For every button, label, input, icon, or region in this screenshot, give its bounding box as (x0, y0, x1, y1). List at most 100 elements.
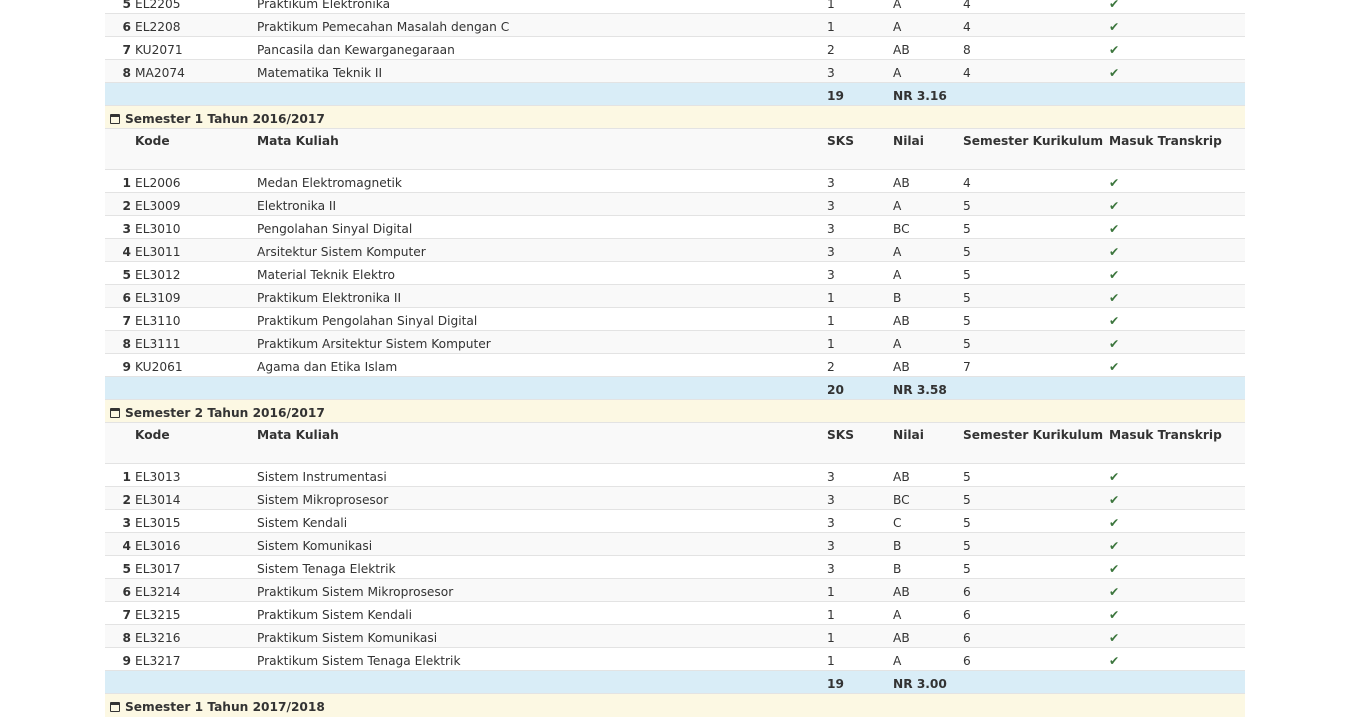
semester-summary-row: 19 NR 3.00 (105, 670, 1245, 694)
course-curriculum-semester: 5 (963, 532, 1109, 556)
course-sks: 3 (827, 59, 893, 83)
row-number: 2 (105, 192, 135, 216)
row-number: 6 (105, 13, 135, 37)
course-name: Sistem Instrumentasi (257, 463, 827, 487)
course-curriculum-semester: 6 (963, 647, 1109, 671)
course-name: Praktikum Sistem Mikroprosesor (257, 578, 827, 602)
summary-spacer (135, 670, 257, 694)
table-row: 7 EL3110 Praktikum Pengolahan Sinyal Digit… (105, 307, 1245, 331)
calendar-icon (110, 114, 120, 124)
table-row: 1 EL2006 Medan Elektromagnetik 3 AB 4 ✔ (105, 169, 1245, 193)
semester-header-row: Semester 1 Tahun 2017/2018 (105, 693, 1245, 717)
course-code: EL3215 (135, 601, 257, 625)
course-code: EL3009 (135, 192, 257, 216)
course-name: Praktikum Sistem Tenaga Elektrik (257, 647, 827, 671)
summary-nr: NR 3.00 (893, 670, 1109, 694)
summary-nr: NR 3.16 (893, 82, 1109, 106)
course-curriculum-semester: 5 (963, 330, 1109, 354)
course-curriculum-semester: 7 (963, 353, 1109, 377)
semester-header-row: Semester 2 Tahun 2016/2017 (105, 399, 1245, 423)
course-code: EL3013 (135, 463, 257, 487)
row-number: 5 (105, 261, 135, 285)
summary-spacer (1109, 376, 1245, 400)
course-code: EL3110 (135, 307, 257, 331)
check-icon: ✔ (1109, 36, 1245, 60)
course-grade: A (893, 59, 963, 83)
summary-spacer (135, 82, 257, 106)
course-code: EL2205 (135, 0, 257, 14)
check-icon: ✔ (1109, 532, 1245, 556)
table-row: 3 EL3010 Pengolahan Sinyal Digital 3 BC 5 ✔ (105, 215, 1245, 239)
summary-spacer (135, 376, 257, 400)
table-row: 8 EL3111 Praktikum Arsitektur Sistem Kompu… (105, 330, 1245, 354)
table-row: 7 EL3215 Praktikum Sistem Kendali 1 A 6 ✔ (105, 601, 1245, 625)
semester-title: Semester 2 Tahun 2016/2017 (125, 406, 325, 420)
header-mata-kuliah: Mata Kuliah (257, 128, 827, 170)
row-number: 3 (105, 215, 135, 239)
summary-spacer (257, 376, 827, 400)
header-sks: SKS (827, 128, 893, 170)
course-curriculum-semester: 8 (963, 36, 1109, 60)
course-grade: A (893, 0, 963, 14)
row-number: 8 (105, 330, 135, 354)
course-curriculum-semester: 5 (963, 238, 1109, 262)
summary-nr: NR 3.58 (893, 376, 1109, 400)
course-curriculum-semester: 6 (963, 601, 1109, 625)
row-number: 5 (105, 555, 135, 579)
course-name: Pancasila dan Kewarganegaraan (257, 36, 827, 60)
row-number: 8 (105, 624, 135, 648)
course-curriculum-semester: 6 (963, 578, 1109, 602)
course-curriculum-semester: 4 (963, 0, 1109, 14)
course-sks: 2 (827, 36, 893, 60)
course-grade: A (893, 647, 963, 671)
summary-spacer (1109, 82, 1245, 106)
table-row: 4 EL3011 Arsitektur Sistem Komputer 3 A 5 ✔ (105, 238, 1245, 262)
check-icon: ✔ (1109, 463, 1245, 487)
table-row: 1 EL3013 Sistem Instrumentasi 3 AB 5 ✔ (105, 463, 1245, 487)
check-icon: ✔ (1109, 284, 1245, 308)
header-mata-kuliah: Mata Kuliah (257, 422, 827, 464)
course-name: Elektronika II (257, 192, 827, 216)
summary-spacer (105, 670, 135, 694)
check-icon: ✔ (1109, 169, 1245, 193)
table-row: 5 EL3017 Sistem Tenaga Elektrik 3 B 5 ✔ (105, 555, 1245, 579)
table-row: 9 EL3217 Praktikum Sistem Tenaga Elektrik 1… (105, 647, 1245, 671)
row-number: 2 (105, 486, 135, 510)
check-icon: ✔ (1109, 261, 1245, 285)
table-row: 6 EL3214 Praktikum Sistem Mikroprosesor 1 AB… (105, 578, 1245, 602)
calendar-icon (110, 702, 120, 712)
course-sks: 3 (827, 463, 893, 487)
check-icon: ✔ (1109, 555, 1245, 579)
row-number: 9 (105, 647, 135, 671)
course-curriculum-semester: 6 (963, 624, 1109, 648)
course-sks: 3 (827, 486, 893, 510)
course-grade: A (893, 192, 963, 216)
header-sks: SKS (827, 422, 893, 464)
course-curriculum-semester: 5 (963, 486, 1109, 510)
row-number: 5 (105, 0, 135, 14)
header-kode: Kode (135, 422, 257, 464)
row-number: 6 (105, 284, 135, 308)
course-grade: AB (893, 353, 963, 377)
table-row: 4 EL3016 Sistem Komunikasi 3 B 5 ✔ (105, 532, 1245, 556)
course-curriculum-semester: 5 (963, 284, 1109, 308)
course-sks: 1 (827, 307, 893, 331)
course-sks: 1 (827, 0, 893, 14)
course-sks: 3 (827, 555, 893, 579)
course-code: EL3016 (135, 532, 257, 556)
semester-title-cell: Semester 1 Tahun 2016/2017 (105, 105, 1245, 129)
course-name: Praktikum Pemecahan Masalah dengan C (257, 13, 827, 37)
row-number: 8 (105, 59, 135, 83)
course-sks: 1 (827, 284, 893, 308)
semester-header-row: Semester 1 Tahun 2016/2017 (105, 105, 1245, 129)
course-code: EL3011 (135, 238, 257, 262)
course-curriculum-semester: 5 (963, 509, 1109, 533)
summary-spacer (257, 670, 827, 694)
course-grade: AB (893, 578, 963, 602)
table-row: 7 KU2071 Pancasila dan Kewarganegaraan 2 AB 8… (105, 36, 1245, 60)
course-code: EL3014 (135, 486, 257, 510)
course-sks: 2 (827, 353, 893, 377)
course-code: EL3214 (135, 578, 257, 602)
header-semester-kurikulum: Semester Kurikulum (963, 422, 1109, 464)
course-code: EL2006 (135, 169, 257, 193)
